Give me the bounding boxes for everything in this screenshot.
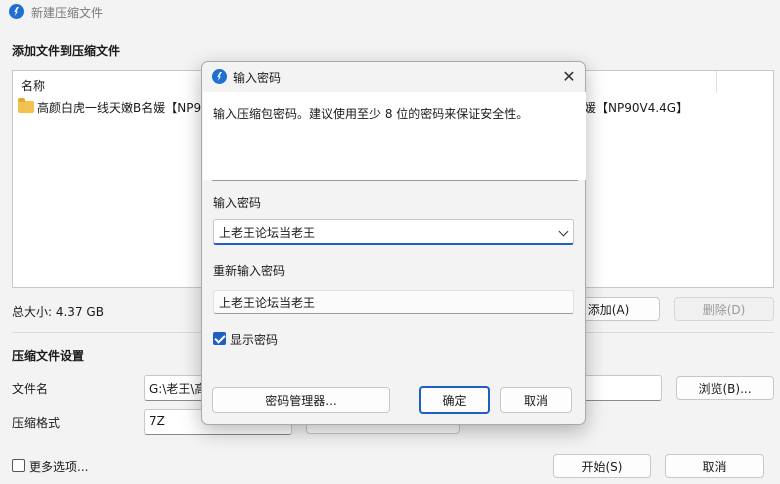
window-title: 新建压缩文件 <box>31 6 104 20</box>
filename-label: 文件名 <box>12 382 49 396</box>
dialog-description-panel: 输入压缩包密码。建议使用至少 8 位的密码来保证安全性。 <box>203 92 586 180</box>
show-password-label[interactable]: 显示密码 <box>230 331 278 348</box>
password-value: 上老王论坛当老王 <box>219 226 316 240</box>
dialog-cancel-button[interactable]: 取消 <box>500 387 572 413</box>
reenter-password-input[interactable]: 上老王论坛当老王 <box>213 290 574 314</box>
delete-button[interactable]: 删除(D) <box>674 297 774 321</box>
dialog-description: 输入压缩包密码。建议使用至少 8 位的密码来保证安全性。 <box>213 107 529 121</box>
show-password-checkbox[interactable] <box>213 332 226 345</box>
password-label: 输入密码 <box>213 196 262 210</box>
reenter-password-label: 重新输入密码 <box>213 264 286 278</box>
more-options-checkbox[interactable] <box>12 459 25 472</box>
dialog-title-bar: 输入密码 ✕ <box>202 62 585 92</box>
folder-icon <box>18 98 34 113</box>
app-logo-icon <box>212 69 227 84</box>
format-label: 压缩格式 <box>12 416 61 430</box>
file-name: 高颜白虎一线天嫩B名媛【NP90 <box>37 100 209 115</box>
column-header-name[interactable]: 名称 <box>21 77 45 94</box>
file-name-visible-tail: 媛【NP90V4.4G】 <box>584 100 689 115</box>
password-combobox[interactable]: 上老王论坛当老王 <box>213 219 574 245</box>
dialog-title: 输入密码 <box>233 71 282 85</box>
chevron-down-icon[interactable] <box>558 226 569 237</box>
main-cancel-button[interactable]: 取消 <box>665 454 764 478</box>
total-size-label: 总大小: 4.37 GB <box>12 305 104 319</box>
close-icon[interactable]: ✕ <box>558 66 580 88</box>
app-logo-icon <box>9 4 24 19</box>
settings-heading: 压缩文件设置 <box>12 349 85 363</box>
more-options-label[interactable]: 更多选项... <box>29 458 88 475</box>
start-button[interactable]: 开始(S) <box>553 454 651 478</box>
password-manager-button[interactable]: 密码管理器... <box>212 387 390 413</box>
column-separator[interactable] <box>716 71 717 93</box>
browse-button[interactable]: 浏览(B)... <box>676 376 774 400</box>
title-bar: 新建压缩文件 <box>0 0 780 24</box>
password-dialog: 输入密码 ✕ 输入压缩包密码。建议使用至少 8 位的密码来保证安全性。 输入密码… <box>201 61 586 425</box>
add-files-heading: 添加文件到压缩文件 <box>12 44 121 58</box>
dialog-divider <box>212 180 578 181</box>
ok-button[interactable]: 确定 <box>419 386 490 414</box>
